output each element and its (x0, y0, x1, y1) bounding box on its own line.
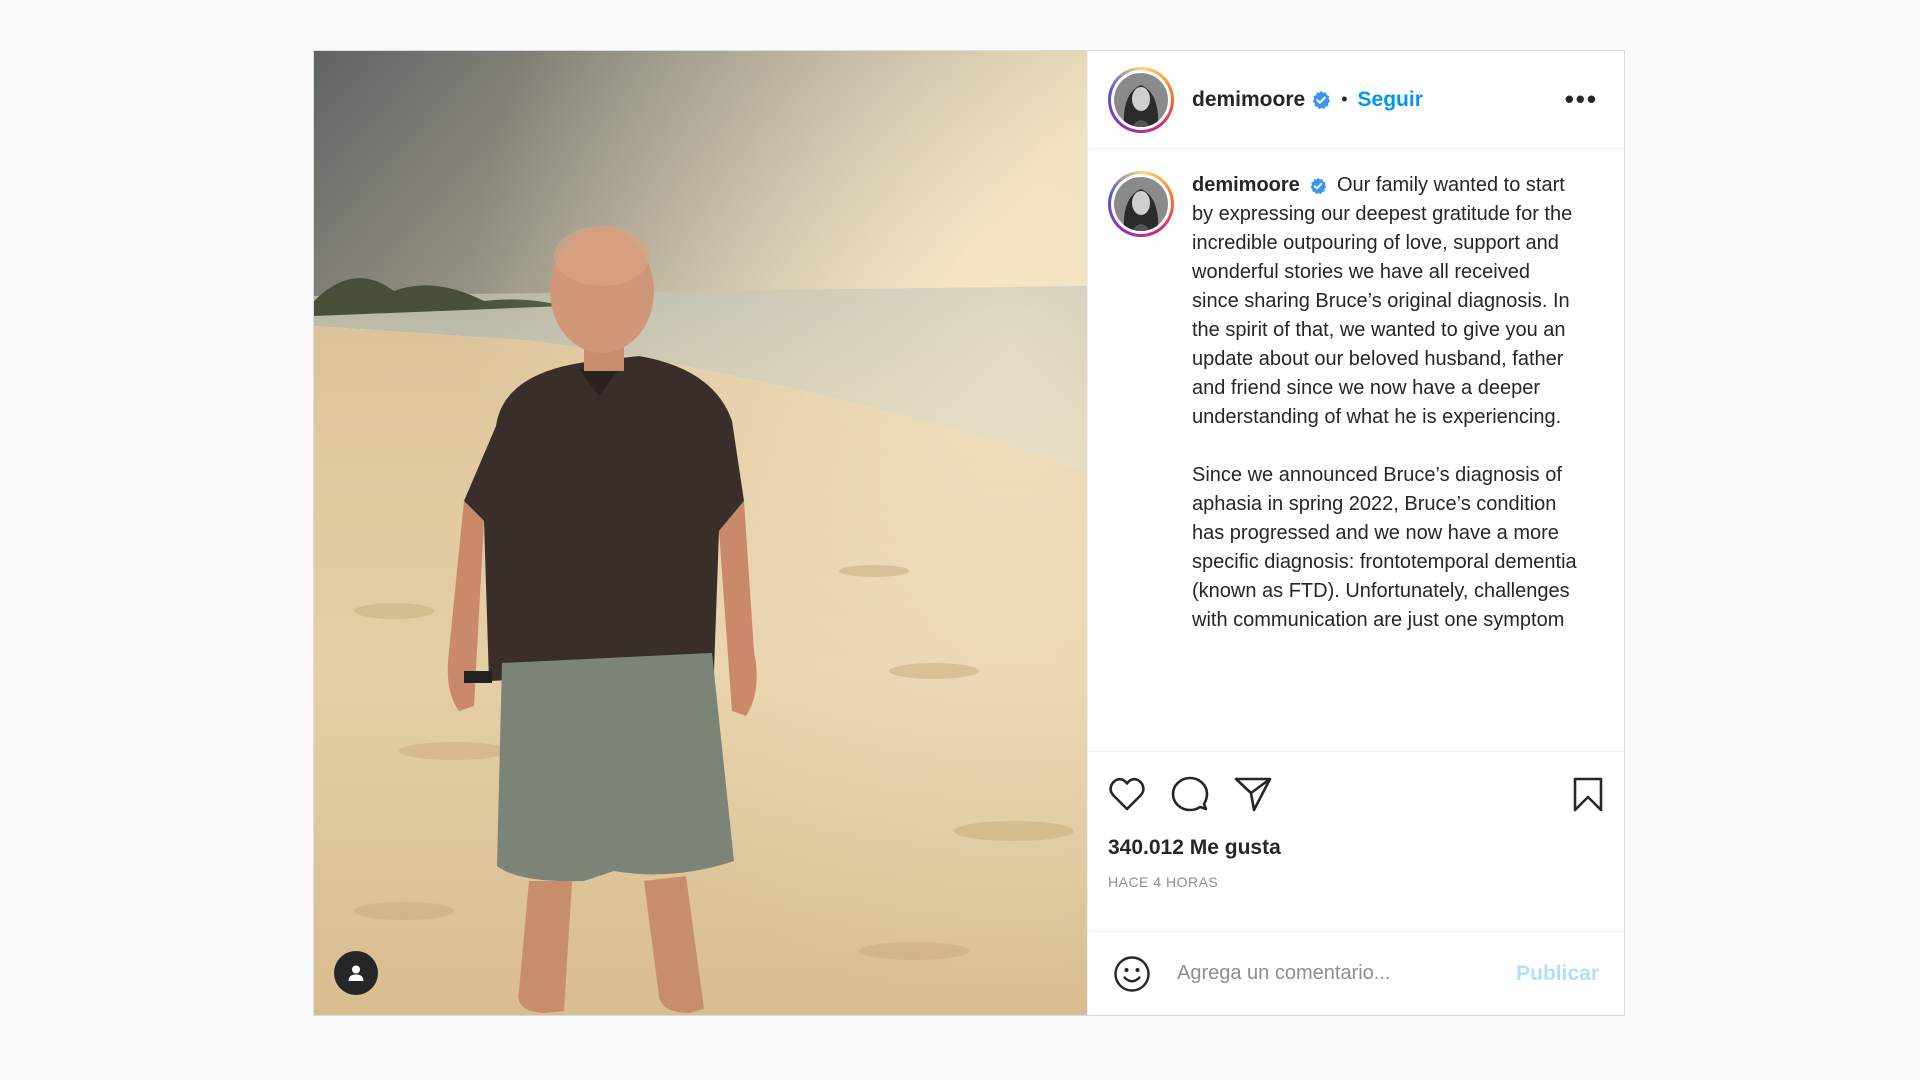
verified-badge-icon (1310, 177, 1327, 194)
comment-input[interactable] (1175, 961, 1517, 986)
post-header: demimoore • Seguir ••• (1088, 51, 1624, 149)
caption-area[interactable]: demimoore Our family wanted to start by … (1088, 149, 1624, 751)
caption-paragraph-2: Since we announced Bruce’s diagnosis of … (1192, 464, 1577, 631)
caption-username[interactable]: demimoore (1192, 174, 1300, 196)
emoji-icon (1114, 955, 1150, 992)
avatar-image (1114, 177, 1168, 231)
more-options-button[interactable]: ••• (1565, 84, 1604, 115)
avatar-image (1114, 72, 1168, 127)
emoji-button[interactable] (1113, 955, 1151, 993)
post-side-panel: demimoore • Seguir ••• demimoore Our fam… (1087, 51, 1624, 1015)
publish-button[interactable]: Publicar (1516, 962, 1599, 986)
save-button[interactable] (1572, 776, 1604, 812)
action-icon-row (1108, 774, 1604, 814)
instagram-post: demimoore • Seguir ••• demimoore Our fam… (313, 50, 1625, 1016)
user-tag-icon (348, 965, 364, 981)
post-media[interactable] (314, 51, 1087, 1015)
share-button[interactable] (1234, 776, 1272, 812)
follow-button[interactable]: Seguir (1358, 88, 1423, 112)
comment-icon (1171, 776, 1209, 812)
avatar[interactable] (1108, 66, 1174, 133)
caption-avatar[interactable] (1108, 171, 1174, 237)
comment-bar: Publicar (1088, 931, 1624, 1015)
author-username[interactable]: demimoore (1192, 88, 1305, 112)
caption-paragraph-1: Our family wanted to start by expressing… (1192, 174, 1573, 428)
verified-badge-icon (1312, 90, 1331, 109)
comment-button[interactable] (1171, 775, 1209, 813)
separator-dot: • (1341, 89, 1348, 109)
post-timestamp[interactable]: HACE 4 HORAS (1108, 874, 1604, 890)
beach-photo (314, 51, 1087, 1015)
likes-count[interactable]: 340.012 Me gusta (1108, 836, 1604, 860)
heart-icon (1109, 777, 1145, 811)
tag-button[interactable] (334, 951, 378, 995)
post-actions: 340.012 Me gusta HACE 4 HORAS (1088, 751, 1624, 931)
like-button[interactable] (1108, 776, 1146, 812)
caption-text: demimoore Our family wanted to start by … (1192, 171, 1582, 751)
bookmark-icon (1573, 777, 1603, 812)
share-icon (1234, 777, 1272, 812)
